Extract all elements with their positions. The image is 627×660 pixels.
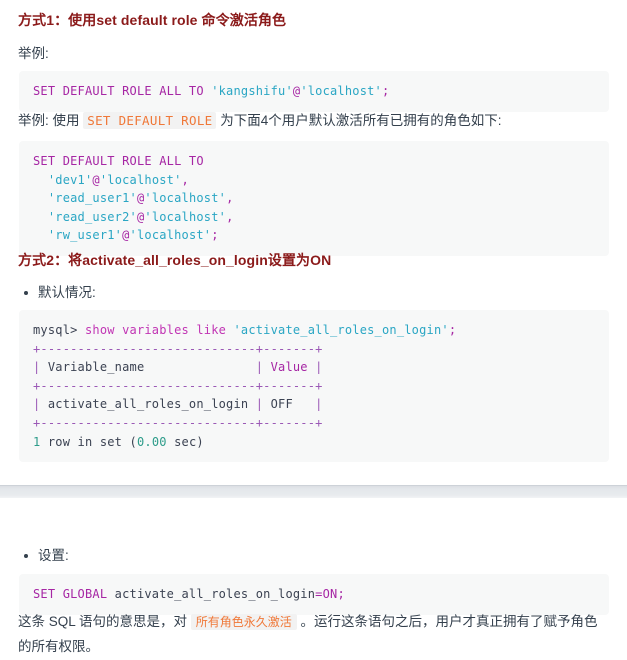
heading-method-2: 方式2：将activate_all_roles_on_login设置为ON (0, 250, 627, 271)
list-default: 默认情况: (0, 281, 627, 305)
page-break-band (0, 485, 627, 498)
label-example-2: 举例: 使用 SET DEFAULT ROLE 为下面4个用户默认激活所有已拥有… (0, 109, 627, 134)
label-example-1-text: 举例: (18, 46, 49, 61)
heading-method-2-text: 方式2：将activate_all_roles_on_login设置为ON (18, 252, 332, 268)
code-block-mysql-show-variables[interactable]: mysql> show variables like 'activate_all… (19, 310, 609, 463)
closing-before: 这条 SQL 语句的意思是，对 (18, 614, 191, 629)
code-block-set-default-role-single[interactable]: SET DEFAULT ROLE ALL TO 'kangshifu'@'loc… (19, 71, 609, 112)
heading-method-1-text: 方式1：使用set default role 命令激活角色 (18, 12, 287, 28)
label-example-2-text: 举例: 使用 SET DEFAULT ROLE 为下面4个用户默认激活所有已拥有… (18, 109, 609, 134)
label-example-1: 举例: (0, 42, 627, 67)
closing-paragraph: 这条 SQL 语句的意思是，对 所有角色永久激活 。运行这条语句之后，用户才真正… (0, 610, 627, 660)
bullet-list-set: 设置: (0, 544, 627, 568)
bullet-list-default: 默认情况: (0, 281, 627, 305)
code-block-set-default-role-multi[interactable]: SET DEFAULT ROLE ALL TO 'dev1'@'localhos… (19, 141, 609, 256)
code-block-set-global[interactable]: SET GLOBAL activate_all_roles_on_login=O… (19, 574, 609, 615)
label-example-2-after: 为下面4个用户默认激活所有已拥有的角色如下: (216, 113, 502, 128)
code-content: SET DEFAULT ROLE ALL TO 'dev1'@'localhos… (19, 141, 609, 256)
label-example-2-before: 举例: 使用 (18, 113, 84, 128)
code-content: SET GLOBAL activate_all_roles_on_login=O… (19, 574, 609, 615)
inline-code-all-roles-permanent: 所有角色永久激活 (190, 614, 297, 630)
list-item: 设置: (24, 544, 627, 568)
list-set: 设置: (0, 544, 627, 568)
list-item: 默认情况: (24, 281, 627, 305)
document-page: 方式1：使用set default role 命令激活角色 举例: SET DE… (0, 0, 627, 658)
closing-paragraph-text: 这条 SQL 语句的意思是，对 所有角色永久激活 。运行这条语句之后，用户才真正… (18, 610, 609, 660)
inline-code-set-default-role: SET DEFAULT ROLE (83, 112, 217, 129)
heading-method-1: 方式1：使用set default role 命令激活角色 (0, 10, 627, 31)
code-content: mysql> show variables like 'activate_all… (19, 310, 609, 463)
code-content: SET DEFAULT ROLE ALL TO 'kangshifu'@'loc… (19, 71, 609, 112)
